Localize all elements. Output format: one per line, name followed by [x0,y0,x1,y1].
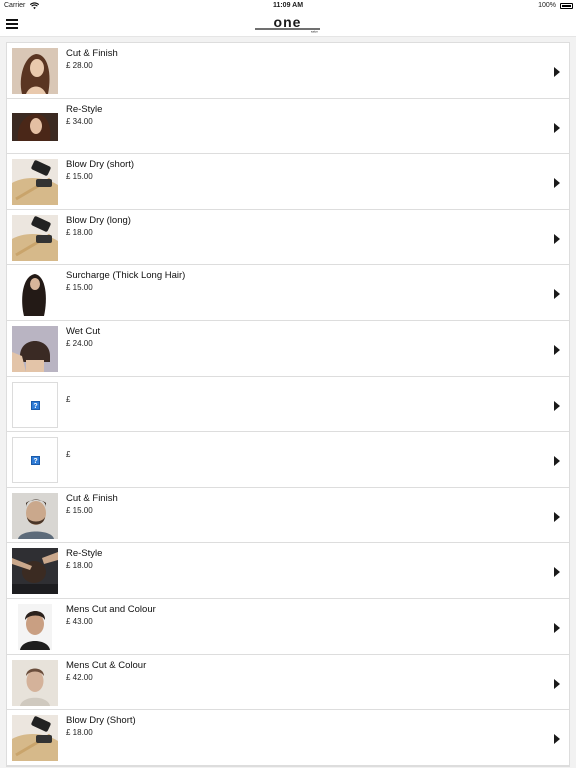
services-list: Cut & Finish £ 28.00 Re-Style £ 34.00 Blow… [6,42,570,767]
service-price: £ 18.00 [66,227,93,237]
svg-text:salon: salon [311,30,319,34]
svg-text:one: one [274,16,302,30]
chevron-right-icon[interactable] [554,122,560,133]
logo: one salon [255,16,320,34]
service-name: Mens Cut and Colour [66,603,156,615]
service-row[interactable]: Re-Style £ 34.00 [7,99,569,155]
chevron-right-icon[interactable] [554,678,560,689]
chevron-right-icon[interactable] [554,400,560,411]
battery-percent: 100% [538,2,556,9]
chevron-right-icon[interactable] [554,233,560,244]
service-thumbnail [12,214,58,261]
service-thumbnail [12,270,58,317]
service-thumbnail [12,159,58,206]
service-price: £ 18.00 [66,728,93,738]
service-row[interactable]: Re-Style £ 18.00 [7,543,569,599]
service-name: Wet Cut [66,325,101,337]
service-row[interactable]: Mens Cut & Colour £ 42.00 [7,655,569,711]
service-price: £ 24.00 [66,338,93,348]
missing-image-icon: ? [12,437,58,484]
chevron-right-icon[interactable] [554,622,560,633]
service-name: Mens Cut & Colour [66,659,147,671]
question-mark-icon: ? [31,456,40,466]
service-thumbnail [12,603,58,650]
service-name: Cut & Finish [66,48,118,59]
service-thumbnail [12,548,58,595]
hamburger-menu-icon[interactable] [6,19,18,29]
battery-icon [560,3,573,9]
service-price: £ 15.00 [66,505,93,515]
service-name: Blow Dry (short) [66,159,135,171]
service-row[interactable]: Mens Cut and Colour £ 43.00 [7,599,569,655]
chevron-right-icon[interactable] [554,511,560,522]
service-thumbnail [12,715,58,762]
service-price: £ 42.00 [66,672,93,682]
chevron-right-icon[interactable] [554,67,560,77]
service-row[interactable]: ? £ [7,432,569,488]
service-row[interactable]: Blow Dry (long) £ 18.00 [7,210,569,266]
question-mark-icon: ? [31,400,40,410]
service-name: Re-Style [66,103,103,115]
service-row[interactable]: Blow Dry (Short) £ 18.00 [7,710,569,766]
chevron-right-icon[interactable] [554,289,560,300]
service-price: £ 15.00 [66,172,93,182]
service-name: Blow Dry (long) [66,214,131,226]
service-row[interactable]: Blow Dry (short) £ 15.00 [7,154,569,210]
service-row[interactable]: ? £ [7,377,569,433]
chevron-right-icon[interactable] [554,456,560,467]
service-price: £ 34.00 [66,116,93,126]
service-price: £ 18.00 [66,561,93,571]
service-price: £ 15.00 [66,283,93,293]
service-name: Cut & Finish [66,492,118,504]
service-price: £ [66,394,71,404]
service-name: Surcharge (Thick Long Hair) [66,270,186,282]
service-row[interactable]: Cut & Finish £ 28.00 [7,43,569,99]
status-bar: Carrier 11:09 AM 100% [0,0,576,12]
service-row[interactable]: Wet Cut £ 24.00 [7,321,569,377]
service-row[interactable]: Cut & Finish £ 15.00 [7,488,569,544]
service-thumbnail [12,659,58,706]
missing-image-icon: ? [12,381,58,428]
chevron-right-icon[interactable] [554,734,560,745]
status-time: 11:09 AM [272,2,304,9]
chevron-right-icon[interactable] [554,178,560,189]
service-thumbnail [12,103,58,150]
service-price: £ 28.00 [66,61,93,70]
service-name: Blow Dry (Short) [66,715,136,727]
nav-bar: one salon [0,12,576,37]
chevron-right-icon[interactable] [554,567,560,578]
service-thumbnail [12,48,58,94]
service-thumbnail [12,325,58,372]
service-thumbnail [12,492,58,539]
service-name: Re-Style [66,548,103,560]
service-row[interactable]: Surcharge (Thick Long Hair) £ 15.00 [7,265,569,321]
service-price: £ [66,450,71,460]
service-price: £ 43.00 [66,616,93,626]
chevron-right-icon[interactable] [554,344,560,355]
